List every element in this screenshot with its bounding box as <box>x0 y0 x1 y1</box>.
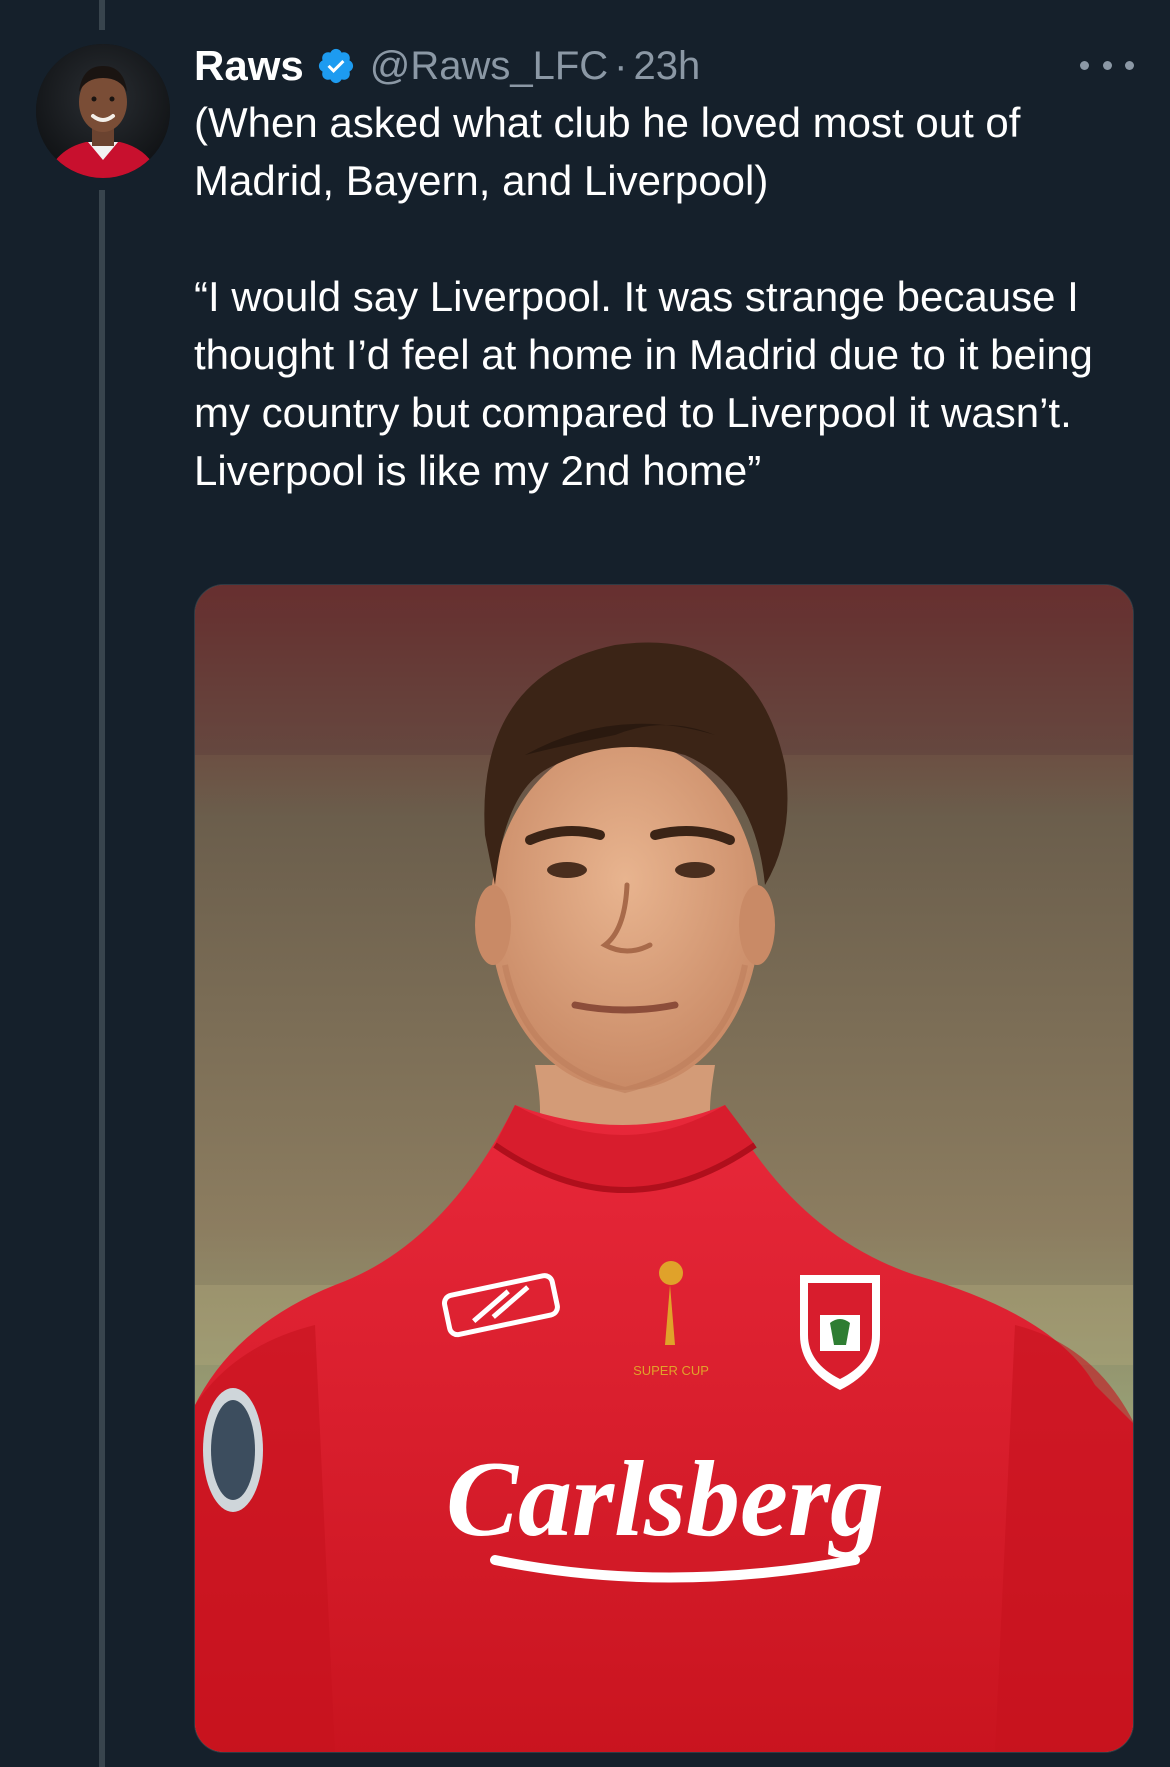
tweet-media-photo[interactable]: SUPER CUP Carlsberg <box>194 584 1134 1753</box>
tweet-timestamp[interactable]: 23h <box>633 44 700 89</box>
thread-line <box>99 190 105 1767</box>
author-handle[interactable]: @Raws_LFC <box>370 44 608 89</box>
author-name[interactable]: Raws <box>194 42 304 90</box>
verified-badge-icon <box>316 46 356 86</box>
avatar-photo <box>36 44 170 178</box>
more-dot <box>1125 60 1134 70</box>
thread-line-top <box>99 0 105 30</box>
tweet-text: (When asked what club he loved most out … <box>194 94 1134 500</box>
avatar[interactable] <box>36 44 170 178</box>
sponsor-logo: Carlsberg <box>446 1440 884 1559</box>
player-photo: SUPER CUP Carlsberg <box>195 585 1133 1752</box>
dot-separator: · <box>614 43 628 88</box>
tweet-header: Raws @Raws_LFC · 23h <box>194 38 700 94</box>
more-horizontal-icon[interactable] <box>1080 48 1134 82</box>
more-dot <box>1080 60 1089 70</box>
more-dot <box>1102 60 1112 70</box>
tweet-text-quote: “I would say Liverpool. It was strange b… <box>194 273 1093 494</box>
super-cup-text: SUPER CUP <box>633 1363 709 1378</box>
tweet-text-context: (When asked what club he loved most out … <box>194 99 1021 204</box>
